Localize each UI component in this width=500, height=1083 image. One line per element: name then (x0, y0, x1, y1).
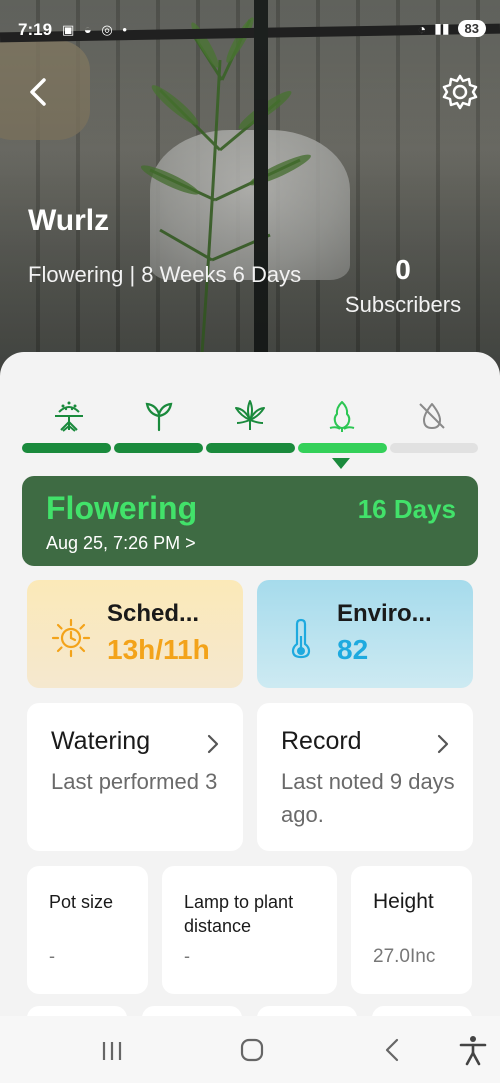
status-bar: 7:19 ▣ ◒ ◎ • ◔ ▮▮ 83 (0, 0, 500, 58)
recent-apps-icon[interactable] (92, 1034, 132, 1066)
environment-tile[interactable]: Enviro... 82 (257, 580, 473, 688)
stage-bar-harvest (390, 443, 478, 453)
stage-bar-vegetative (206, 443, 295, 453)
height-label: Height (373, 890, 434, 913)
gear-icon (442, 74, 478, 110)
subscribers-label[interactable]: Subscribers (334, 292, 472, 318)
stage-bar-seedling (114, 443, 203, 453)
stage-icons (22, 398, 478, 438)
germination-icon[interactable] (51, 398, 87, 434)
stage-card-date: Aug 25, 7:26 PM > (46, 533, 196, 553)
lamp-distance-card[interactable]: Lamp to plant distance - (162, 866, 337, 994)
chevron-right-icon (437, 734, 449, 754)
system-nav-bar (0, 1016, 500, 1083)
back-button[interactable] (22, 74, 58, 110)
stage-card-title: Flowering (46, 490, 198, 526)
pot-size-value: - (49, 946, 55, 966)
watering-subtitle: Last performed 3 (51, 769, 218, 794)
schedule-title: Sched... (107, 600, 200, 627)
plant-stage-text: Flowering | 8 Weeks 6 Days (28, 262, 302, 287)
stage-bar-germination (22, 443, 111, 453)
wifi-icon: ◔ (417, 20, 427, 37)
current-stage-pointer (332, 458, 350, 469)
settings-button[interactable] (440, 72, 480, 112)
record-subtitle: Last noted 9 days ago. (281, 769, 455, 827)
height-card[interactable]: Height 27.0Inc (351, 866, 472, 994)
vegetative-icon[interactable] (232, 398, 268, 434)
seedling-icon[interactable] (141, 398, 177, 434)
status-right: ◔ ▮▮ 83 (418, 20, 486, 37)
height-value: 27.0Inc (373, 946, 436, 967)
battery-badge: 83 (457, 20, 486, 37)
schedule-tile[interactable]: Sched... 13h/11h (27, 580, 243, 688)
harvest-icon[interactable] (414, 398, 450, 434)
status-time: 7:19 (18, 20, 53, 39)
environment-title: Enviro... (337, 600, 432, 627)
accessibility-icon[interactable] (453, 1034, 493, 1066)
sun-icon (51, 618, 91, 658)
home-icon[interactable] (232, 1034, 272, 1066)
watering-title: Watering (51, 727, 151, 755)
lamp-distance-label: Lamp to plant distance (184, 892, 294, 936)
flowering-icon[interactable] (324, 398, 360, 434)
chevron-left-icon (30, 78, 46, 106)
watering-card[interactable]: Watering Last performed 3 (27, 703, 243, 851)
plant-name: Wurlz (28, 204, 110, 237)
pot-size-label: Pot size (49, 892, 114, 912)
stage-card-days: 16 Days (357, 494, 456, 524)
thermometer-icon (291, 618, 311, 659)
lamp-distance-value: - (184, 946, 190, 966)
notification-icons: ▣ ◒ ◎ • (62, 22, 130, 37)
stage-progress (22, 443, 478, 453)
stage-bar-flowering (298, 443, 387, 453)
back-icon[interactable] (373, 1034, 413, 1066)
subscribers-count[interactable]: 0 (334, 254, 472, 286)
environment-value: 82 (337, 634, 369, 665)
record-title: Record (281, 727, 362, 755)
signal-icon: ▮▮ (434, 20, 450, 36)
record-card[interactable]: Record Last noted 9 days ago. (257, 703, 473, 851)
stage-card[interactable]: Flowering 16 Days Aug 25, 7:26 PM > (22, 476, 478, 566)
pot-size-card[interactable]: Pot size - (27, 866, 148, 994)
schedule-value: 13h/11h (107, 634, 210, 665)
chevron-right-icon (207, 734, 219, 754)
